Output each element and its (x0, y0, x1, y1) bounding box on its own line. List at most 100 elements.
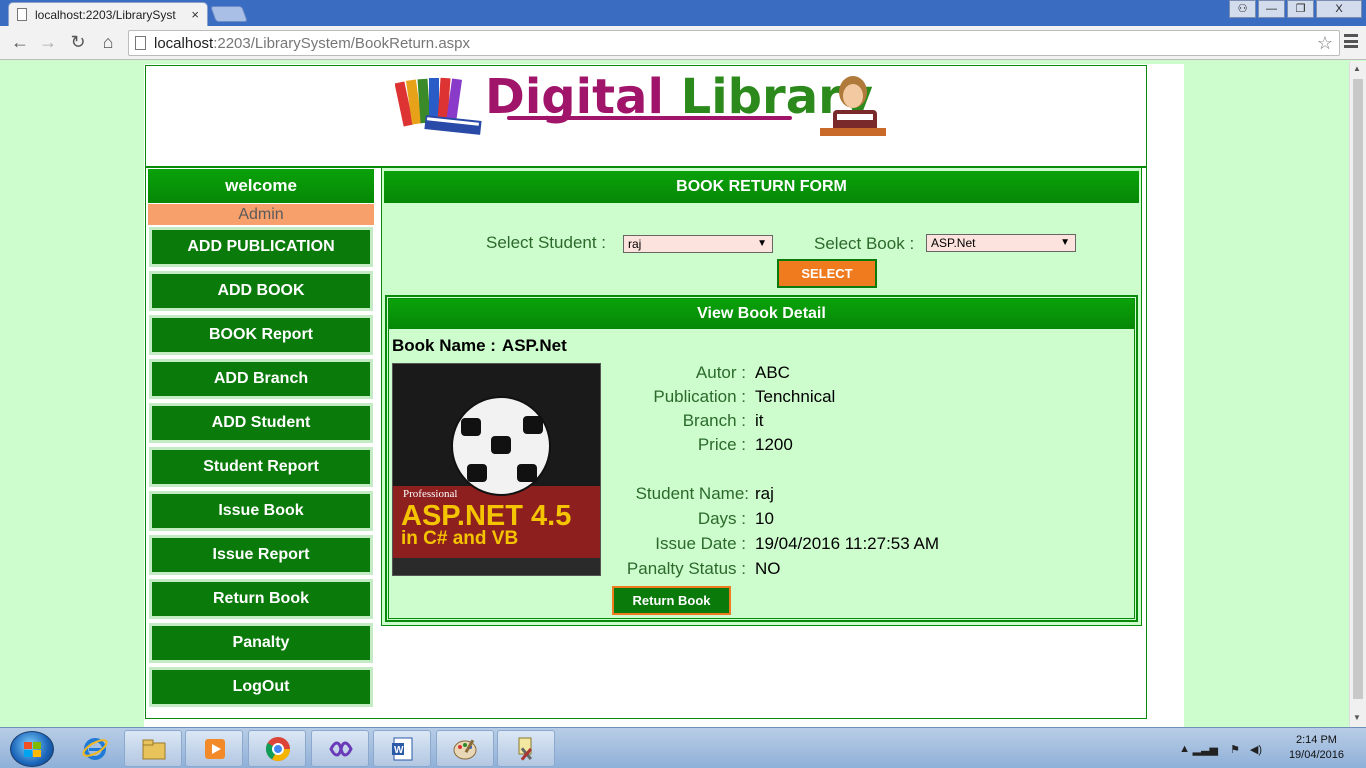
menu-icon[interactable] (1344, 34, 1358, 48)
url-path: :2203/LibrarySystem/BookReturn.aspx (213, 34, 470, 52)
student-select-value: raj (628, 237, 642, 251)
student-select[interactable]: raj ▼ (623, 235, 773, 253)
svg-text:W: W (394, 745, 404, 756)
back-icon[interactable]: ← (8, 32, 32, 53)
menu-return-book[interactable]: Return Book (149, 579, 373, 619)
taskbar-clock[interactable]: 2:14 PM 19/04/2016 (1289, 733, 1344, 763)
scroll-up-icon[interactable]: ▲ (1353, 64, 1361, 73)
welcome-header: welcome (148, 169, 374, 203)
days-label: Days : (697, 509, 746, 528)
menu-add-student[interactable]: ADD Student (149, 403, 373, 443)
action-center-icon[interactable]: ⚑ (1230, 743, 1240, 756)
browser-titlebar: localhost:2203/LibrarySyst × ⚇ — ❐ X (0, 0, 1366, 26)
cover-authors-band (393, 558, 600, 575)
taskbar-tools[interactable] (497, 730, 555, 767)
menu-add-publication[interactable]: ADD PUBLICATION (149, 227, 373, 267)
chevron-down-icon: ▼ (1060, 237, 1070, 248)
branch-label: Branch : (682, 411, 746, 430)
select-button[interactable]: SELECT (777, 259, 877, 288)
close-window-button[interactable]: X (1316, 0, 1362, 18)
scroll-down-icon[interactable]: ▼ (1353, 713, 1361, 722)
penalty-status-label: Panalty Status : (626, 559, 746, 578)
taskbar-paint[interactable] (436, 730, 494, 767)
student-name-label: Student Name: (635, 484, 749, 503)
page-scrollbar[interactable]: ▲ ▼ (1349, 61, 1366, 727)
network-icon[interactable]: ▂▃▅ (1193, 743, 1218, 756)
soccer-ball-icon (451, 396, 551, 496)
restore-button[interactable]: ❐ (1287, 0, 1314, 18)
price-label: Price : (697, 435, 746, 454)
chrome-icon (265, 737, 290, 762)
return-book-button[interactable]: Return Book (612, 586, 731, 615)
scrollbar-thumb[interactable] (1353, 79, 1363, 699)
page-icon (17, 8, 27, 21)
book-select[interactable]: ASP.Net ▼ (926, 234, 1076, 252)
new-tab-button[interactable] (210, 6, 248, 22)
clock-date: 19/04/2016 (1288, 749, 1344, 761)
tab-title: localhost:2203/LibrarySyst (35, 7, 176, 22)
menu-book-report[interactable]: BOOK Report (149, 315, 373, 355)
publication-label: Publication : (653, 387, 746, 406)
start-orb-icon[interactable] (10, 731, 54, 767)
taskbar-word[interactable]: W (373, 730, 431, 767)
volume-icon[interactable]: ◀) (1250, 743, 1262, 756)
price-value: 1200 (755, 435, 793, 454)
book-name-label: Book Name : (392, 336, 496, 355)
window-controls: ⚇ — ❐ X (1229, 0, 1362, 18)
page-icon (135, 36, 146, 50)
tools-icon (518, 737, 533, 761)
cover-kicker: Professional (403, 488, 458, 500)
issue-date-label: Issue Date : (655, 534, 746, 553)
current-user: Admin (148, 204, 374, 225)
menu-add-branch[interactable]: ADD Branch (149, 359, 373, 399)
menu-student-report[interactable]: Student Report (149, 447, 373, 487)
windows-taskbar: W ▲ ▂▃▅ ⚑ ◀) 2:14 PM 19/04/2016 (0, 727, 1366, 768)
menu-logout[interactable]: LogOut (149, 667, 373, 707)
forward-icon[interactable]: → (36, 32, 60, 53)
taskbar-visual-studio[interactable] (311, 730, 369, 767)
explorer-icon (142, 739, 166, 760)
logo-underline (507, 116, 792, 120)
taskbar-chrome[interactable] (248, 730, 306, 767)
publication-value: Tenchnical (755, 387, 836, 406)
cover-subtitle: in C# and VB (401, 528, 519, 549)
author-value: ABC (755, 363, 790, 382)
book-cover-image: Professional ASP.NET 4.5 in C# and VB (392, 363, 601, 576)
minimize-button[interactable]: — (1258, 0, 1285, 18)
word-icon: W (392, 737, 413, 761)
clock-time: 2:14 PM (1295, 734, 1337, 746)
issue-date-value: 19/04/2016 11:27:53 AM (755, 534, 940, 553)
menu-add-book[interactable]: ADD BOOK (149, 271, 373, 311)
show-hidden-icons[interactable]: ▲ (1179, 743, 1190, 755)
home-icon[interactable]: ⌂ (96, 32, 120, 53)
book-select-value: ASP.Net (931, 236, 976, 250)
taskbar-media-player[interactable] (185, 730, 243, 767)
browser-tab[interactable]: localhost:2203/LibrarySyst × (8, 2, 208, 26)
books-icon (395, 77, 482, 135)
reload-icon[interactable]: ↻ (66, 32, 90, 53)
menu-panalty[interactable]: Panalty (149, 623, 373, 663)
branch-value: it (755, 411, 764, 430)
paint-icon (453, 739, 477, 760)
visual-studio-icon (329, 741, 353, 757)
taskbar-explorer[interactable] (124, 730, 182, 767)
ie-icon (82, 738, 108, 760)
select-book-label: Select Book : (814, 234, 915, 253)
select-student-label: Select Student : (486, 233, 607, 252)
book-detail-title: View Book Detail (389, 299, 1134, 329)
chevron-down-icon: ▼ (757, 238, 767, 249)
taskbar-ie[interactable] (66, 730, 124, 767)
menu-issue-report[interactable]: Issue Report (149, 535, 373, 575)
book-name: Book Name : ASP.Net (392, 336, 567, 356)
student-name-value: raj (755, 484, 774, 503)
tab-close-icon[interactable]: × (191, 7, 199, 22)
menu-issue-book[interactable]: Issue Book (149, 491, 373, 531)
star-icon[interactable]: ☆ (1317, 33, 1333, 54)
days-value: 10 (755, 509, 774, 528)
browser-toolbar: ← → ↻ ⌂ localhost:2203/LibrarySystem/Boo… (0, 26, 1366, 60)
user-icon[interactable]: ⚇ (1229, 0, 1256, 18)
penalty-status-value: NO (755, 559, 781, 578)
address-bar[interactable]: localhost:2203/LibrarySystem/BookReturn.… (128, 30, 1340, 56)
url-host: localhost (154, 34, 214, 52)
author-label: Autor : (695, 363, 746, 382)
